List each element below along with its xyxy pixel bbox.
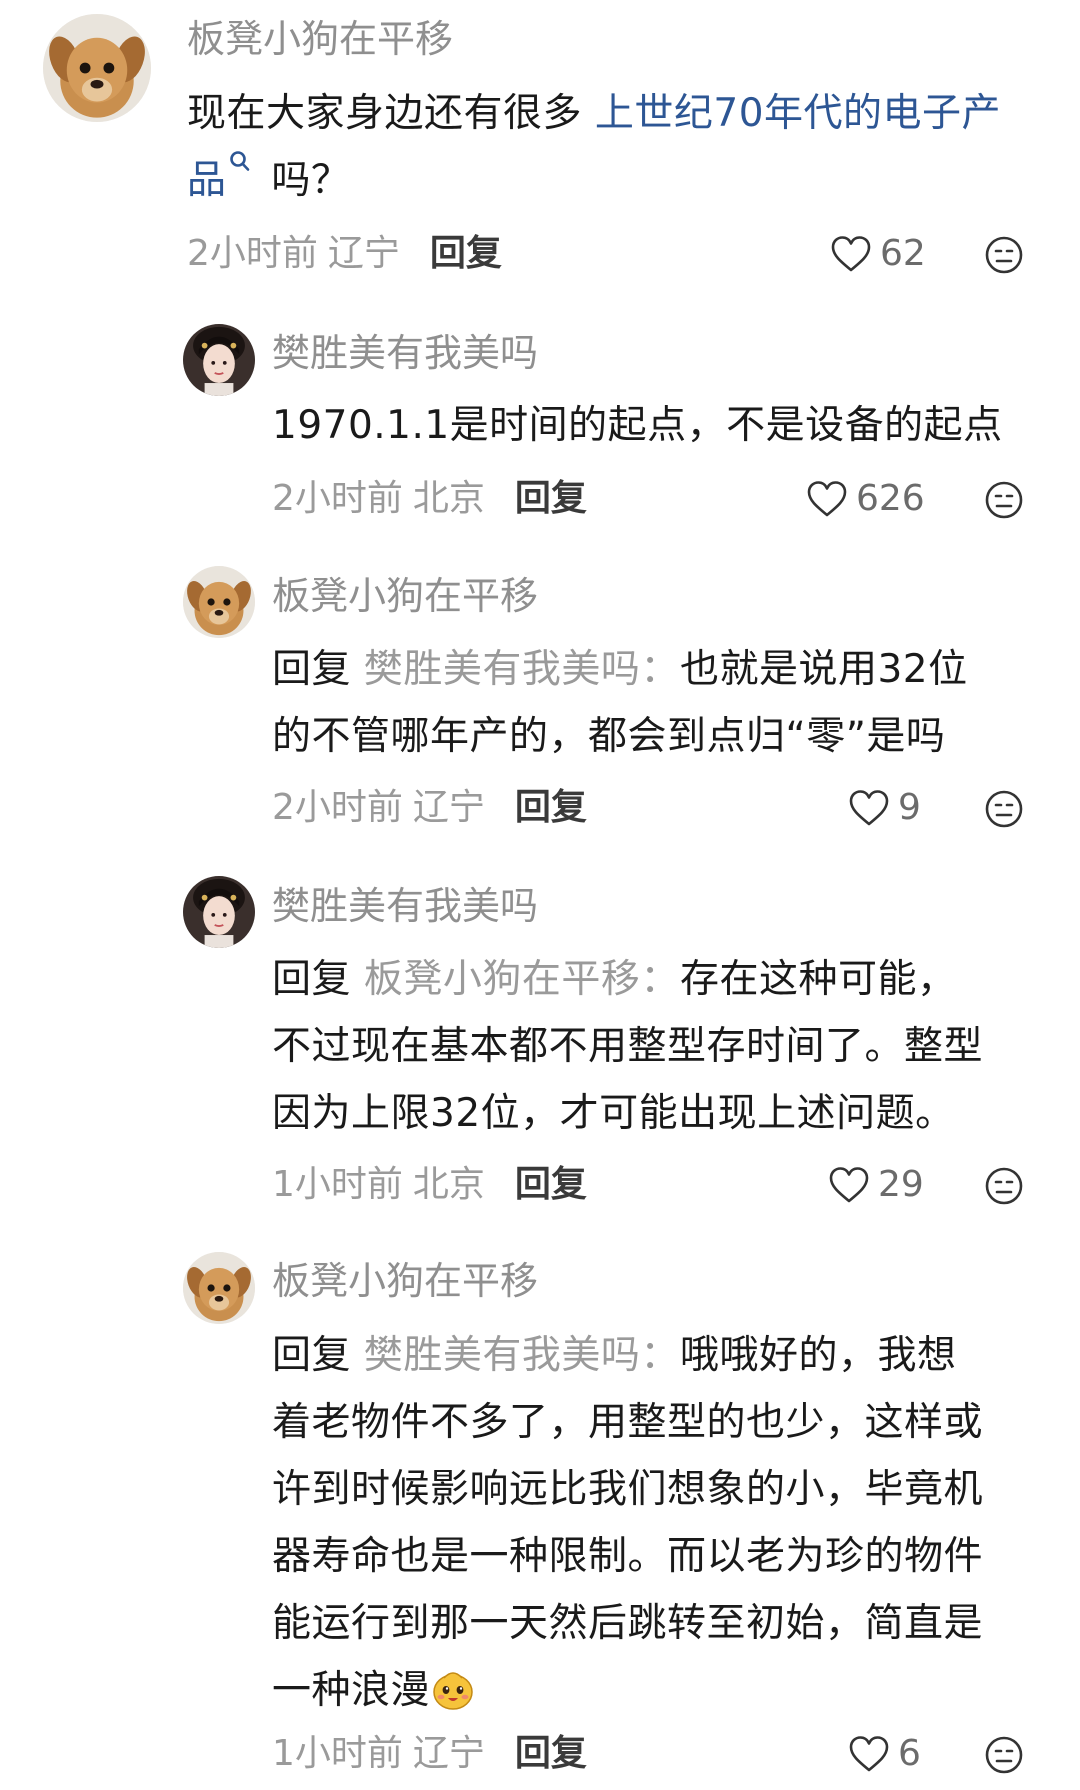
neutral-face-icon [984,1166,1024,1206]
reply-target[interactable]: 樊胜美有我美吗： [364,1333,680,1378]
neutral-face-icon [984,789,1024,829]
comment-text: 1970.1.1是时间的起点，不是设备的起点 [272,392,1052,459]
reply-prefix: 回复 [272,957,352,1002]
comment-username[interactable]: 板凳小狗在平移 [272,1258,538,1304]
comment-username[interactable]: 板凳小狗在平移 [187,16,453,62]
reply-button[interactable]: 回复 [515,1733,587,1774]
comment-text-part: 存在这种可能， [679,957,957,1002]
avatar[interactable] [183,324,255,396]
dislike-button[interactable] [984,789,1024,829]
comment-username[interactable]: 板凳小狗在平移 [272,573,538,619]
comment-text-part: 的不管哪年产的，都会到点归“零”是吗 [272,714,946,759]
comment-text-part: 因为上限32位，才可能出现上述问题。 [272,1091,955,1136]
reply-prefix: 回复 [272,1333,352,1378]
like-count: 626 [856,478,925,519]
dislike-button[interactable] [984,1166,1024,1206]
comment-text: 回复 板凳小狗在平移：存在这种可能， 不过现在基本都不用整型存时间了。整型 因为… [272,946,1062,1147]
dog-avatar-icon [183,566,255,638]
comment-meta: 1小时前 辽宁 回复 [272,1732,587,1776]
comment-time: 2小时前 [187,233,318,274]
reply-prefix: 回复 [272,647,352,692]
comment-text-part: 一种浪漫 [272,1668,431,1713]
search-icon[interactable] [227,149,253,179]
comment-meta: 2小时前 辽宁 回复 [272,786,587,830]
avatar[interactable] [183,1252,255,1324]
reply-button[interactable]: 回复 [430,233,502,274]
avatar[interactable] [43,14,151,122]
comment-text-part: 能运行到那一天然后跳转至初始，简直是 [272,1601,984,1646]
heart-outline-icon [848,789,890,827]
comment-location: 北京 [412,478,485,519]
reply-target[interactable]: 板凳小狗在平移： [364,957,680,1002]
comment-text: 现在大家身边还有很多 上世纪70年代的电子产 品 吗？ [187,80,1047,214]
comment-thread: 板凳小狗在平移 现在大家身边还有很多 上世纪70年代的电子产 品 吗？ 2小时前… [0,0,1080,1790]
neutral-face-icon [984,1735,1024,1775]
like-count: 6 [898,1733,921,1774]
like-button[interactable]: 6 [848,1732,921,1776]
neutral-face-icon [984,480,1024,520]
comment-time: 1小时前 [272,1164,403,1205]
comment-time: 2小时前 [272,787,403,828]
like-button[interactable]: 626 [806,477,925,521]
comment-meta: 2小时前 北京 回复 [272,477,587,521]
comment-text-part: 也就是说用32位 [679,647,968,692]
comment-text-part: 不过现在基本都不用整型存时间了。整型 [272,1024,984,1069]
search-link[interactable]: 上世纪70年代的电子产 [595,91,1001,136]
comment-location: 北京 [412,1164,485,1205]
comment-text-part: 许到时候影响远比我们想象的小，毕竟机 [272,1467,984,1512]
comment-time: 2小时前 [272,478,403,519]
comment-meta: 1小时前 北京 回复 [272,1163,587,1207]
like-count: 9 [898,787,921,828]
comment-text-part: 吗？ [258,158,351,203]
comment-text-part: 1970.1.1是时间的起点，不是设备的起点 [272,403,1003,448]
reply-button[interactable]: 回复 [515,478,587,519]
reply-target[interactable]: 樊胜美有我美吗： [364,647,680,692]
like-button[interactable]: 9 [848,786,921,830]
heart-outline-icon [830,235,872,273]
avatar[interactable] [183,566,255,638]
heart-outline-icon [828,1166,870,1204]
comment-text-part: 现在大家身边还有很多 [187,91,595,136]
comment-text-part: 器寿命也是一种限制。而以老为珍的物件 [272,1534,984,1579]
like-button[interactable]: 29 [828,1163,924,1207]
comment-text: 回复 樊胜美有我美吗：也就是说用32位 的不管哪年产的，都会到点归“零”是吗 [272,636,1062,770]
lady-avatar-icon [183,324,255,396]
like-count: 62 [880,233,926,274]
like-count: 29 [878,1164,924,1205]
lady-avatar-icon [183,876,255,948]
comment-text-part: 着老物件不多了，用整型的也少，这样或 [272,1400,984,1445]
neutral-face-icon [984,235,1024,275]
comment-time: 1小时前 [272,1733,403,1774]
comment-username[interactable]: 樊胜美有我美吗 [272,883,538,929]
heart-outline-icon [806,480,848,518]
comment-location: 辽宁 [412,1733,485,1774]
reply-button[interactable]: 回复 [515,1164,587,1205]
dislike-button[interactable] [984,480,1024,520]
reply-button[interactable]: 回复 [515,787,587,828]
comment-text: 回复 樊胜美有我美吗：哦哦好的，我想 着老物件不多了，用整型的也少，这样或 许到… [272,1322,1062,1724]
comment-text-part: 哦哦好的，我想 [679,1333,957,1378]
dog-avatar-icon [183,1252,255,1324]
heart-outline-icon [848,1735,890,1773]
search-link-cont[interactable]: 品 [187,158,227,203]
comment-username[interactable]: 樊胜美有我美吗 [272,330,538,376]
comment-location: 辽宁 [412,787,485,828]
avatar[interactable] [183,876,255,948]
dislike-button[interactable] [984,235,1024,275]
dislike-button[interactable] [984,1735,1024,1775]
cute-face-emoji [433,1671,473,1710]
comment-location: 辽宁 [327,233,400,274]
dog-avatar-icon [43,14,151,122]
like-button[interactable]: 62 [830,232,926,276]
comment-meta: 2小时前 辽宁 回复 [187,232,502,276]
